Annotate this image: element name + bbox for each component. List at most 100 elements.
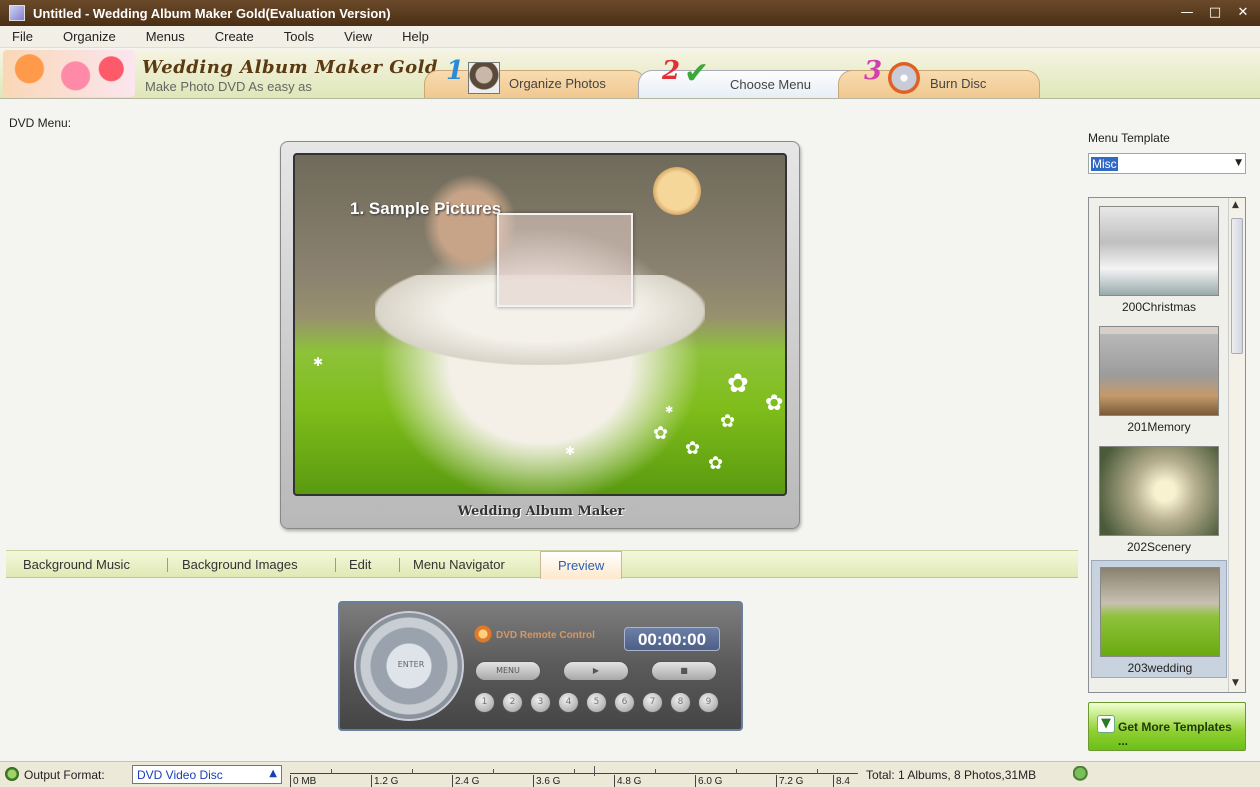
dvd-logo-icon (474, 625, 492, 643)
minor-tick (817, 769, 818, 774)
minimize-button[interactable]: — (1176, 3, 1198, 23)
chevron-down-icon: ▼ (1235, 158, 1242, 168)
play-button[interactable]: ▶ (563, 661, 629, 681)
capacity-tick: 2.4 G (452, 775, 479, 787)
flower-decoration: ✱ (313, 355, 324, 369)
scrollbar-thumb[interactable] (1231, 218, 1243, 354)
navigation-dial[interactable]: ENTER (354, 611, 464, 721)
tab-background-music[interactable]: Background Music (23, 557, 130, 572)
template-item-selected[interactable]: 203wedding (1091, 560, 1227, 678)
tab-preview[interactable]: Preview (540, 551, 623, 579)
flower-decoration: ✿ (708, 453, 724, 474)
tab-edit[interactable]: Edit (349, 557, 371, 572)
menu-organize[interactable]: Organize (51, 29, 127, 44)
number-button-1[interactable]: 1 (474, 692, 495, 713)
output-format-icon (5, 767, 19, 781)
step-number: 1 (446, 56, 465, 86)
output-format-label: Output Format: (24, 768, 105, 782)
menu-template-label: Menu Template (1088, 131, 1170, 145)
template-list-scrollbar[interactable]: ▲ ▼ (1228, 198, 1245, 692)
template-name: 201Memory (1127, 420, 1191, 434)
header-banner: Wedding Album Maker Gold Make Photo DVD … (0, 49, 1260, 99)
template-thumbnail (1099, 446, 1219, 536)
menu-title-button[interactable]: 1. Sample Pictures (350, 199, 501, 219)
photo-icon (468, 62, 500, 94)
flower-decoration: ✿ (653, 423, 669, 444)
disc-capacity-meter: 0 MB 1.2 G 2.4 G 3.6 G 4.8 G 6.0 G 7.2 G… (290, 765, 858, 787)
capacity-tick: 0 MB (290, 775, 316, 787)
disc-icon (888, 62, 920, 94)
frame-caption: Wedding Album Maker (457, 504, 625, 519)
template-list[interactable]: 200Christmas 201Memory 202Scenery 203wed… (1088, 197, 1246, 693)
menu-view[interactable]: View (332, 29, 383, 44)
close-button[interactable]: ✕ (1232, 3, 1254, 23)
get-more-templates-button[interactable]: ▼ Get More Templates ... (1088, 702, 1246, 751)
menu-tools[interactable]: Tools (272, 29, 325, 44)
menu-bar: File Organize Menus Create Tools View He… (0, 26, 1260, 48)
status-bar: Output Format: DVD Video Disc ▲ 0 MB 1.2… (0, 761, 1260, 787)
tab-separator (335, 558, 336, 572)
maximize-button[interactable]: □ (1204, 3, 1226, 23)
title-bar: Untitled - Wedding Album Maker Gold(Eval… (0, 0, 1260, 26)
checkmark-icon: ✔ (684, 56, 710, 91)
network-icon[interactable] (1073, 766, 1091, 782)
template-category-select[interactable]: Misc ▼ (1088, 153, 1246, 174)
step-burn-disc[interactable]: 3 Burn Disc (838, 56, 1043, 98)
menu-menus[interactable]: Menus (134, 29, 196, 44)
menu-thumbnail-frame[interactable] (497, 213, 633, 307)
flower-decoration: ✿ (720, 411, 736, 432)
scroll-up-icon[interactable]: ▲ (1232, 200, 1239, 210)
number-button-5[interactable]: 5 (586, 692, 607, 713)
number-button-2[interactable]: 2 (502, 692, 523, 713)
number-button-7[interactable]: 7 (642, 692, 663, 713)
minor-tick (574, 769, 575, 774)
time-display: 00:00:00 (624, 627, 720, 651)
flower-decoration: ✿ (685, 438, 701, 459)
menu-create[interactable]: Create (203, 29, 265, 44)
app-icon[interactable] (9, 5, 25, 21)
template-item[interactable]: 202Scenery (1091, 440, 1227, 558)
window-title: Untitled - Wedding Album Maker Gold(Eval… (33, 5, 391, 21)
tab-background-images[interactable]: Background Images (182, 557, 298, 572)
project-total: Total: 1 Albums, 8 Photos,31MB (866, 768, 1037, 782)
output-format-select[interactable]: DVD Video Disc ▲ (132, 765, 282, 784)
menu-preview-screen: 1. Sample Pictures ✱ ✿ ✿ ✿ ✿ ✿ ✿ ✱ ✱ (293, 153, 787, 496)
stop-button[interactable]: ■ (651, 661, 717, 681)
scroll-down-icon[interactable]: ▼ (1232, 678, 1239, 688)
download-icon: ▼ (1097, 715, 1115, 733)
number-button-4[interactable]: 4 (558, 692, 579, 713)
step-organize-photos[interactable]: 1 Organize Photos (424, 56, 649, 98)
flower-decoration: ✱ (665, 405, 674, 416)
step-number: 2 (662, 56, 681, 86)
tab-separator (399, 558, 400, 572)
capacity-tick: 6.0 G (695, 775, 722, 787)
number-button-6[interactable]: 6 (614, 692, 635, 713)
number-button-8[interactable]: 8 (670, 692, 691, 713)
number-button-9[interactable]: 9 (698, 692, 719, 713)
capacity-tick: 4.8 G (614, 775, 641, 787)
editor-tabs: Background Music Background Images Edit … (6, 550, 1078, 579)
bouquet-decoration (653, 167, 701, 215)
template-thumbnail (1100, 567, 1220, 657)
step-number: 3 (864, 56, 883, 86)
logo-title: Wedding Album Maker Gold (142, 57, 439, 78)
step-label: Organize Photos (509, 76, 606, 91)
menu-button[interactable]: MENU (475, 661, 541, 681)
number-button-3[interactable]: 3 (530, 692, 551, 713)
template-item[interactable]: 200Christmas (1091, 200, 1227, 318)
capacity-tick: 1.2 G (371, 775, 398, 787)
dvd-limit-marker (594, 766, 595, 776)
menu-file[interactable]: File (0, 29, 44, 44)
tab-menu-navigator[interactable]: Menu Navigator (413, 557, 505, 572)
menu-preview-frame: 1. Sample Pictures ✱ ✿ ✿ ✿ ✿ ✿ ✿ ✱ ✱ Wed… (280, 141, 800, 529)
dvd-menu-label: DVD Menu: (9, 116, 72, 130)
menu-help[interactable]: Help (390, 29, 440, 44)
step-label: Choose Menu (730, 77, 811, 92)
minor-tick (331, 769, 332, 774)
template-item[interactable]: 201Memory (1091, 320, 1227, 438)
template-thumbnail (1099, 326, 1219, 416)
flower-decoration: ✿ (765, 391, 784, 416)
enter-button[interactable]: ENTER (394, 660, 428, 669)
window-controls: — □ ✕ (1176, 3, 1254, 23)
logo-image (3, 50, 135, 97)
